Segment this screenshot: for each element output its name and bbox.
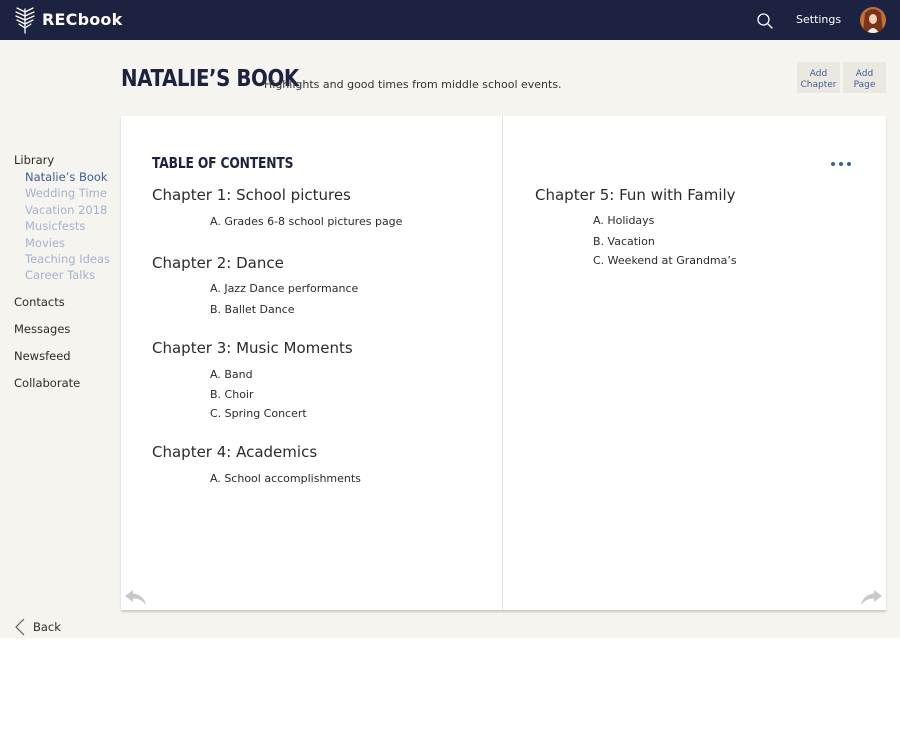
- app-window: RECbook Settings NATALIE’S BOOK Highligh…: [0, 0, 900, 638]
- top-navigation-bar: RECbook Settings: [0, 0, 900, 40]
- library-item-natalies-book[interactable]: Natalie’s Book: [25, 170, 108, 184]
- add-page-label-line1: Add: [855, 68, 874, 79]
- toc-item-2a[interactable]: A. Jazz Dance performance: [210, 282, 358, 295]
- book-spine-divider: [502, 116, 503, 610]
- curved-arrow-left-icon[interactable]: [124, 588, 148, 606]
- toc-item-1a[interactable]: A. Grades 6-8 school pictures page: [210, 215, 402, 228]
- avatar[interactable]: [860, 7, 886, 33]
- search-icon[interactable]: [756, 12, 774, 30]
- toc-item-4a[interactable]: A. School accomplishments: [210, 472, 361, 485]
- more-dots-icon[interactable]: [830, 160, 852, 168]
- toc-chapter-1[interactable]: Chapter 1: School pictures: [152, 186, 351, 204]
- library-item-teaching-ideas[interactable]: Teaching Ideas: [25, 252, 110, 266]
- add-chapter-label-line1: Add: [809, 68, 828, 79]
- toc-heading: TABLE OF CONTENTS: [152, 154, 294, 172]
- toc-item-3b[interactable]: B. Choir: [210, 388, 254, 401]
- toc-item-5c[interactable]: C. Weekend at Grandma’s: [593, 254, 737, 267]
- settings-link[interactable]: Settings: [796, 13, 841, 26]
- toc-item-2b[interactable]: B. Ballet Dance: [210, 303, 295, 316]
- curved-arrow-right-icon[interactable]: [859, 588, 883, 606]
- book-spread: TABLE OF CONTENTS Chapter 1: School pict…: [121, 116, 886, 610]
- add-chapter-label-line2: Chapter: [800, 79, 837, 90]
- sidebar-item-messages[interactable]: Messages: [14, 322, 70, 336]
- app-name[interactable]: RECbook: [42, 10, 122, 29]
- sidebar-item-collaborate[interactable]: Collaborate: [14, 376, 80, 390]
- toc-chapter-4[interactable]: Chapter 4: Academics: [152, 443, 317, 461]
- add-page-button[interactable]: Add Page: [843, 62, 886, 93]
- library-item-vacation-2018[interactable]: Vacation 2018: [25, 203, 107, 217]
- sidebar-item-contacts[interactable]: Contacts: [14, 295, 65, 309]
- library-item-wedding-time[interactable]: Wedding Time: [25, 186, 107, 200]
- back-label: Back: [33, 620, 61, 634]
- chevron-left-icon: [15, 618, 25, 636]
- sidebar-item-library[interactable]: Library: [14, 153, 54, 167]
- add-chapter-button[interactable]: Add Chapter: [797, 62, 840, 93]
- toc-item-3c[interactable]: C. Spring Concert: [210, 407, 307, 420]
- toc-chapter-3[interactable]: Chapter 3: Music Moments: [152, 339, 353, 357]
- toc-item-3a[interactable]: A. Band: [210, 368, 253, 381]
- palm-leaf-icon[interactable]: [14, 6, 36, 34]
- add-page-label-line2: Page: [853, 79, 876, 90]
- toc-chapter-5[interactable]: Chapter 5: Fun with Family: [535, 186, 736, 204]
- sidebar-item-newsfeed[interactable]: Newsfeed: [14, 349, 71, 363]
- toc-chapter-2[interactable]: Chapter 2: Dance: [152, 254, 284, 272]
- library-item-musicfests[interactable]: Musicfests: [25, 219, 85, 233]
- library-item-career-talks[interactable]: Career Talks: [25, 268, 95, 282]
- toc-item-5b[interactable]: B. Vacation: [593, 235, 655, 248]
- library-item-movies[interactable]: Movies: [25, 236, 65, 250]
- toc-item-5a[interactable]: A. Holidays: [593, 214, 654, 227]
- page-subtitle: Highlights and good times from middle sc…: [264, 78, 562, 91]
